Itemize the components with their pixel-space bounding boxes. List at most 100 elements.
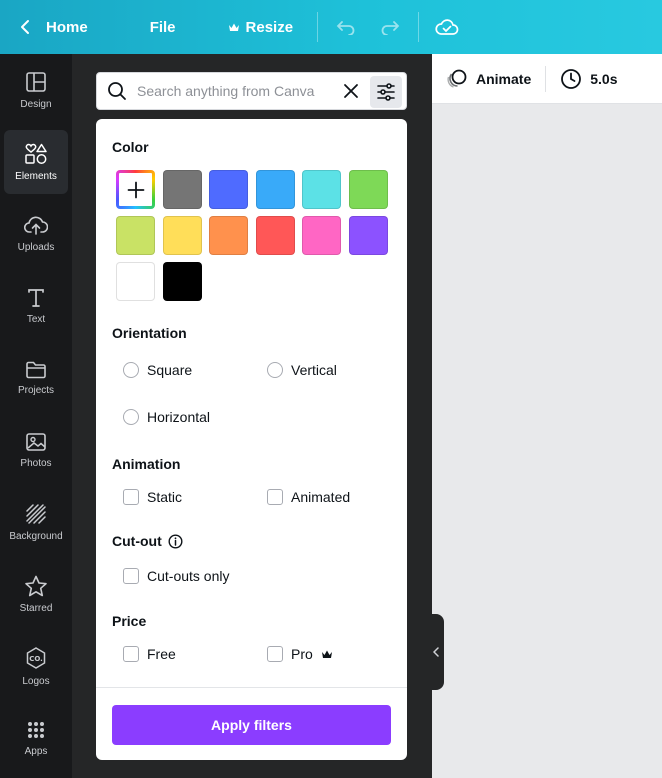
home-button[interactable]: Home	[46, 0, 88, 54]
filter-card: Color Orientation Square Vertical Horizo…	[96, 119, 407, 760]
editor-toolbar: Animate 5.0s	[432, 54, 662, 104]
undo-button[interactable]	[336, 0, 356, 54]
color-swatch[interactable]	[302, 170, 341, 209]
cloud-save-button[interactable]	[435, 0, 459, 54]
checkbox[interactable]	[267, 489, 283, 505]
checkbox[interactable]	[267, 646, 283, 662]
rail-label: Design	[20, 98, 52, 110]
price-pro-option[interactable]: Pro	[267, 646, 333, 662]
text-icon	[28, 288, 44, 307]
left-rail: Design Elements Uploads Text Projects Ph…	[0, 54, 72, 778]
rail-item-background[interactable]: Background	[4, 490, 68, 554]
duration-button[interactable]: 5.0s	[560, 68, 617, 90]
rail-label: Starred	[19, 602, 53, 614]
option-label: Pro	[291, 646, 313, 662]
shapes-icon	[25, 143, 47, 164]
search-icon	[108, 82, 126, 100]
layout-icon	[26, 71, 46, 92]
option-label: Square	[147, 362, 193, 378]
redo-button[interactable]	[380, 0, 400, 54]
pattern-icon	[26, 503, 46, 524]
price-free-option[interactable]: Free	[123, 646, 176, 662]
folder-icon	[26, 361, 46, 378]
back-button[interactable]	[20, 0, 30, 54]
clear-search-button[interactable]	[342, 82, 360, 105]
custom-color-button[interactable]	[116, 170, 155, 209]
option-label: Horizontal	[147, 409, 211, 425]
checkbox[interactable]	[123, 489, 139, 505]
color-swatch[interactable]	[348, 170, 388, 209]
color-swatch[interactable]	[116, 262, 155, 301]
animation-animated-option[interactable]: Animated	[267, 489, 350, 505]
undo-icon	[336, 21, 355, 35]
rail-item-elements[interactable]: Elements	[4, 130, 68, 194]
color-swatch[interactable]	[162, 262, 202, 301]
checkbox[interactable]	[123, 646, 139, 662]
rail-item-uploads[interactable]: Uploads	[4, 202, 68, 266]
color-swatch[interactable]	[302, 216, 341, 255]
color-swatch[interactable]	[255, 216, 295, 255]
cutouts-only-option[interactable]: Cut-outs only	[123, 568, 229, 584]
orientation-square-option[interactable]: Square	[123, 362, 192, 378]
filter-button[interactable]	[370, 76, 402, 108]
redo-icon	[381, 21, 400, 35]
rail-item-starred[interactable]: Starred	[4, 562, 68, 626]
rail-label: Photos	[20, 457, 52, 469]
orientation-vertical-option[interactable]: Vertical	[267, 362, 337, 378]
search-input[interactable]	[137, 83, 337, 99]
rail-label: Uploads	[17, 241, 55, 253]
collapse-panel-handle[interactable]	[428, 614, 444, 690]
canvas-area	[432, 54, 662, 778]
cutout-title-label: Cut-out	[112, 533, 162, 549]
color-swatch[interactable]	[162, 216, 202, 255]
color-swatch[interactable]	[116, 216, 155, 255]
info-icon[interactable]	[168, 533, 183, 549]
duration-label: 5.0s	[590, 70, 618, 87]
checkbox[interactable]	[123, 568, 139, 584]
rail-label: Elements	[15, 170, 57, 182]
rail-item-apps[interactable]: Apps	[4, 706, 68, 770]
chevron-left-icon	[21, 20, 29, 34]
color-swatch[interactable]	[255, 170, 295, 209]
apply-filters-button[interactable]: Apply filters	[112, 705, 391, 745]
toolbar-divider	[545, 65, 547, 92]
option-label: Free	[147, 646, 176, 662]
radio-button[interactable]	[267, 362, 283, 378]
image-icon	[26, 432, 46, 451]
rail-item-projects[interactable]: Projects	[4, 346, 68, 410]
rail-label: Background	[9, 530, 63, 542]
color-section-title: Color	[112, 139, 149, 155]
color-swatch[interactable]	[209, 170, 248, 209]
animation-section-title: Animation	[112, 456, 181, 472]
orientation-horizontal-option[interactable]: Horizontal	[123, 409, 210, 425]
clock-icon	[561, 68, 582, 89]
rail-item-design[interactable]: Design	[4, 58, 68, 122]
rail-item-photos[interactable]: Photos	[4, 418, 68, 482]
plus-icon	[127, 181, 144, 198]
rail-item-logos[interactable]: CO. Logos	[4, 634, 68, 698]
color-swatch[interactable]	[162, 170, 202, 209]
logo-icon: CO.	[26, 646, 46, 669]
option-label: Vertical	[291, 362, 337, 378]
cutout-section-title: Cut-out	[112, 533, 183, 549]
radio-button[interactable]	[123, 409, 139, 425]
file-menu-button[interactable]: File	[150, 0, 176, 54]
color-swatch[interactable]	[348, 216, 388, 255]
animation-static-option[interactable]: Static	[123, 489, 182, 505]
orientation-section-title: Orientation	[112, 325, 187, 341]
rail-item-text[interactable]: Text	[4, 274, 68, 338]
cloud-check-icon	[435, 19, 459, 35]
grid-icon	[28, 721, 44, 738]
toolbar-divider	[418, 12, 420, 42]
color-swatch[interactable]	[209, 216, 248, 255]
animate-button[interactable]: Animate	[446, 69, 531, 89]
toolbar-divider	[317, 12, 319, 42]
resize-button[interactable]: Resize	[228, 0, 293, 54]
rail-label: Projects	[17, 384, 55, 396]
radio-button[interactable]	[123, 362, 139, 378]
rail-label: Logos	[22, 675, 50, 687]
chevron-left-icon	[433, 647, 439, 657]
option-label: Static	[147, 489, 183, 505]
option-label: Animated	[291, 489, 351, 505]
top-bar: Home File Resize	[0, 0, 662, 54]
